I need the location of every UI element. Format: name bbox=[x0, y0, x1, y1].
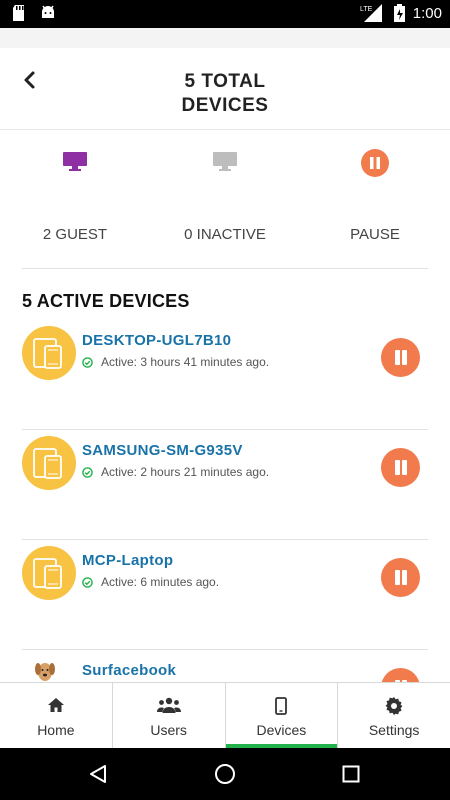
devices-icon bbox=[33, 448, 62, 479]
check-circle-icon bbox=[82, 466, 93, 478]
sd-card-icon bbox=[13, 5, 24, 21]
page-title-line1: 5 TOTAL bbox=[184, 71, 266, 92]
phone-icon bbox=[275, 697, 288, 715]
users-icon bbox=[156, 697, 181, 713]
tab-label: Settings bbox=[368, 722, 420, 738]
device-avatar bbox=[22, 326, 76, 380]
active-devices-heading: 5 ACTIVE DEVICES bbox=[22, 291, 190, 311]
list-item[interactable]: MCP-Laptop Active: 6 minutes ago. bbox=[0, 540, 450, 650]
page-title-line2: DEVICES bbox=[181, 95, 269, 116]
device-status: Active: 6 minutes ago. bbox=[82, 575, 219, 589]
pause-button[interactable] bbox=[381, 338, 420, 377]
home-icon bbox=[47, 698, 64, 712]
list-item[interactable]: SAMSUNG-SM-G935V Active: 2 hours 21 minu… bbox=[0, 430, 450, 540]
list-item[interactable]: DESKTOP-UGL7B10 Active: 3 hours 41 minut… bbox=[0, 320, 450, 430]
device-status-text: Active: 6 minutes ago. bbox=[101, 575, 220, 589]
pause-summary[interactable]: PAUSE bbox=[300, 130, 450, 268]
battery-icon bbox=[393, 4, 405, 22]
device-list[interactable]: DESKTOP-UGL7B10 Active: 3 hours 41 minut… bbox=[0, 320, 450, 682]
device-status: Active: 2 hours 21 minutes ago. bbox=[82, 465, 269, 479]
device-status: Active: 3 hours 41 minutes ago. bbox=[82, 355, 269, 369]
tab-users[interactable]: Users bbox=[113, 683, 226, 748]
app-top-strip bbox=[0, 28, 450, 48]
guest-summary[interactable]: 2 GUEST bbox=[0, 130, 150, 268]
clock: 1:00 bbox=[412, 4, 442, 22]
pause-button[interactable] bbox=[381, 558, 420, 597]
monitor-inactive-icon bbox=[213, 152, 237, 171]
dog-avatar-icon bbox=[35, 663, 55, 681]
tab-settings[interactable]: Settings bbox=[338, 683, 450, 748]
tab-devices[interactable]: Devices bbox=[225, 683, 339, 748]
recents-square-icon[interactable] bbox=[342, 765, 360, 783]
guest-count: 2 GUEST bbox=[42, 226, 108, 243]
tab-label: Users bbox=[150, 722, 187, 738]
tab-home[interactable]: Home bbox=[0, 683, 113, 748]
home-circle-icon[interactable] bbox=[214, 763, 236, 785]
bottom-tab-bar: Home Users Devices Settings bbox=[0, 682, 450, 748]
tab-label: Home bbox=[37, 722, 75, 738]
devices-icon bbox=[33, 558, 62, 589]
device-summary: 2 GUEST 0 INACTIVE PAUSE bbox=[0, 130, 450, 268]
device-status-text: Active: 2 hours 21 minutes ago. bbox=[101, 465, 270, 479]
device-status-text: Active: 3 hours 41 minutes ago. bbox=[101, 355, 270, 369]
monitor-icon bbox=[63, 152, 87, 171]
check-circle-icon bbox=[82, 576, 93, 588]
pause-label: PAUSE bbox=[350, 226, 400, 243]
device-name[interactable]: SAMSUNG-SM-G935V bbox=[82, 442, 243, 459]
devices-icon bbox=[33, 338, 62, 369]
signal-icon: LTE bbox=[360, 4, 382, 22]
divider bbox=[22, 268, 428, 269]
device-name[interactable]: DESKTOP-UGL7B10 bbox=[82, 332, 231, 349]
device-avatar bbox=[22, 546, 76, 600]
pause-button[interactable] bbox=[381, 668, 420, 682]
list-item[interactable]: Surfacebook bbox=[0, 650, 450, 682]
device-name[interactable]: MCP-Laptop bbox=[82, 552, 173, 569]
check-circle-icon bbox=[82, 356, 93, 368]
device-avatar-photo bbox=[34, 660, 56, 682]
inactive-count: 0 INACTIVE bbox=[184, 226, 266, 243]
tab-label: Devices bbox=[256, 722, 307, 738]
device-avatar bbox=[22, 436, 76, 490]
inactive-summary[interactable]: 0 INACTIVE bbox=[150, 130, 300, 268]
page-title: 5 TOTAL DEVICES bbox=[0, 70, 450, 118]
gear-icon bbox=[385, 697, 403, 715]
android-icon bbox=[42, 5, 54, 18]
page-header: 5 TOTAL DEVICES bbox=[0, 48, 450, 130]
network-type: LTE bbox=[360, 6, 373, 13]
back-triangle-icon[interactable] bbox=[88, 764, 108, 784]
device-name[interactable]: Surfacebook bbox=[82, 662, 176, 679]
pause-icon bbox=[361, 149, 389, 177]
status-bar: LTE 1:00 bbox=[0, 0, 450, 28]
pause-button[interactable] bbox=[381, 448, 420, 487]
system-nav-bar bbox=[0, 748, 450, 800]
